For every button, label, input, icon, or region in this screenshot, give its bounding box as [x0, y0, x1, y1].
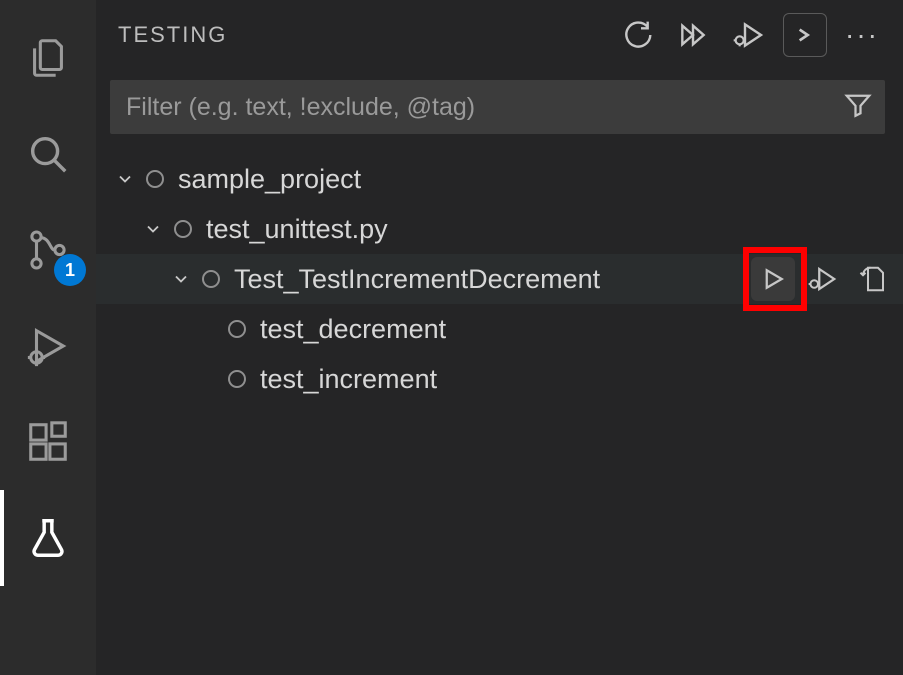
refresh-tests-button[interactable]	[615, 13, 659, 57]
search-tab[interactable]	[0, 106, 96, 202]
refresh-icon	[621, 19, 653, 51]
status-unset-icon	[228, 370, 246, 388]
debug-run-icon	[733, 19, 765, 51]
chevron-down-icon	[112, 166, 138, 192]
funnel-icon	[843, 90, 873, 120]
play-icon	[758, 264, 788, 294]
tree-node-file[interactable]: test_unittest.py	[96, 204, 903, 254]
panel-title: TESTING	[118, 22, 615, 48]
files-icon	[25, 35, 71, 81]
run-test-button[interactable]	[751, 257, 795, 301]
testing-tab[interactable]	[0, 490, 96, 586]
tree-node-project[interactable]: sample_project	[96, 154, 903, 204]
node-label: test_decrement	[260, 314, 446, 345]
run-and-debug-tab[interactable]	[0, 298, 96, 394]
status-unset-icon	[146, 170, 164, 188]
panel-header: TESTING ···	[96, 0, 903, 70]
node-label: test_increment	[260, 364, 437, 395]
filter-box[interactable]	[110, 80, 885, 134]
show-output-button[interactable]	[783, 13, 827, 57]
node-label: Test_TestIncrementDecrement	[234, 264, 600, 295]
chevron-down-icon	[140, 216, 166, 242]
panel-header-actions: ···	[615, 13, 885, 57]
test-tree: sample_project test_unittest.py Test_Tes…	[96, 144, 903, 404]
run-all-tests-button[interactable]	[671, 13, 715, 57]
go-to-test-button[interactable]	[851, 257, 895, 301]
chevron-down-icon	[168, 266, 194, 292]
filter-input[interactable]	[126, 93, 829, 122]
status-unset-icon	[174, 220, 192, 238]
debug-all-tests-button[interactable]	[727, 13, 771, 57]
tree-node-test[interactable]: test_increment	[96, 354, 903, 404]
node-label: sample_project	[178, 164, 361, 195]
activity-bar: 1	[0, 0, 96, 675]
more-actions-button[interactable]: ···	[839, 19, 885, 51]
run-debug-icon	[25, 323, 71, 369]
extensions-tab[interactable]	[0, 394, 96, 490]
source-control-tab[interactable]: 1	[0, 202, 96, 298]
filter-funnel-button[interactable]	[843, 90, 873, 125]
status-unset-icon	[228, 320, 246, 338]
terminal-chevron-icon	[789, 19, 821, 51]
debug-run-icon	[808, 264, 838, 294]
row-actions	[751, 257, 895, 301]
debug-test-button[interactable]	[801, 257, 845, 301]
scm-badge: 1	[54, 254, 86, 286]
tree-node-class[interactable]: Test_TestIncrementDecrement	[96, 254, 903, 304]
run-all-icon	[677, 19, 709, 51]
go-to-file-icon	[858, 264, 888, 294]
search-icon	[25, 131, 71, 177]
filter-row	[96, 70, 903, 144]
node-label: test_unittest.py	[206, 214, 388, 245]
testing-panel: TESTING ···	[96, 0, 903, 675]
extensions-icon	[25, 419, 71, 465]
status-unset-icon	[202, 270, 220, 288]
beaker-icon	[25, 515, 71, 561]
tree-node-test[interactable]: test_decrement	[96, 304, 903, 354]
explorer-tab[interactable]	[0, 10, 96, 106]
